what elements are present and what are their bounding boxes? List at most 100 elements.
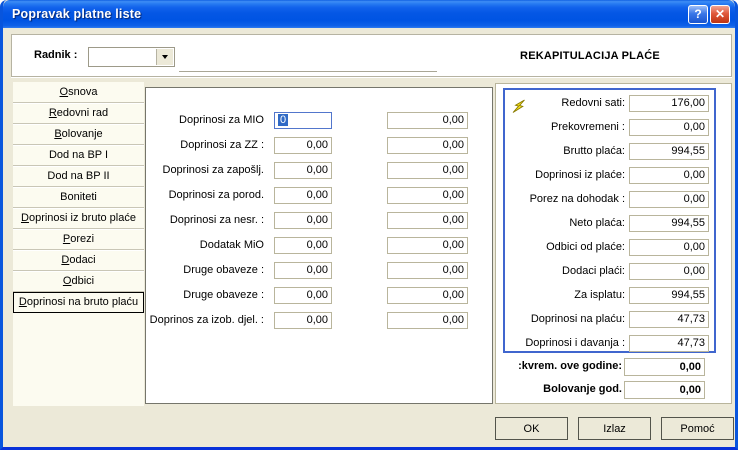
field-row-druge-obaveze-1: Druge obaveze : 0,00 0,00 [146, 262, 492, 279]
field-row-dodatak-mio: Dodatak MiO0,000,00 [146, 237, 492, 254]
recap-box: Redovni sati:176,00Prekovremeni :0,00Bru… [503, 88, 716, 353]
doprinosi-za-zz-input-1[interactable]: 0,00 [274, 137, 332, 154]
selected-text: 0 [278, 114, 288, 126]
doprinosi-za-nesr-input-1[interactable]: 0,00 [274, 212, 332, 229]
radnik-name-line [179, 71, 437, 72]
field-row-doprinosi-za-zz: Doprinosi za ZZ : 0,00 0,00 [146, 137, 492, 154]
doprinos-za-izob-djel-input-2[interactable]: 0,00 [387, 312, 468, 329]
dodatak-mio-input-2[interactable]: 0,00 [387, 237, 468, 254]
recap-row-za-isplatu: Za isplatu: 994,55 [505, 287, 714, 304]
field-row-doprinosi-za-mio: Doprinosi za MIO00,00 [146, 112, 492, 129]
sidebar-item-dod-na-bp-2[interactable]: Dod na BP II [13, 166, 144, 187]
header-panel: Radnik : REKAPITULACIJA PLAĆE [11, 34, 732, 77]
za-isplatu-label: Za isplatu: [574, 289, 625, 301]
dialog-client-area: Radnik : REKAPITULACIJA PLAĆE OsnovaRedo… [6, 28, 732, 444]
recap-row-neto-placa: Neto plaća:994,55 [505, 215, 714, 232]
odbici-od-place-value[interactable]: 0,00 [629, 239, 709, 256]
izlaz-button[interactable]: Izlaz [578, 417, 651, 440]
recap-row-doprinosi-na-placu: Doprinosi na plaću: 47,73 [505, 311, 714, 328]
druge-obaveze-2-label: Druge obaveze : [183, 289, 264, 301]
recap-title: REKAPITULACIJA PLAĆE [507, 50, 673, 62]
doprinosi-za-mio-input-1[interactable]: 0 [274, 112, 332, 129]
chevron-down-icon [162, 55, 168, 59]
bolovanje-god-label: Bolovanje god. [543, 383, 622, 395]
bolovanje-god-value[interactable]: 0,00 [624, 381, 705, 399]
sidebar-item-redovni-rad[interactable]: Redovni rad [13, 103, 144, 124]
doprinosi-na-placu-value[interactable]: 47,73 [629, 311, 709, 328]
doprinosi-iz-place-value[interactable]: 0,00 [629, 167, 709, 184]
doprinosi-iz-place-label: Doprinosi iz plaće: [535, 169, 625, 181]
sidebar-item-dod-na-bp-1[interactable]: Dod na BP I [13, 145, 144, 166]
doprinos-za-izob-djel-label: Doprinos za izob. djel. : [150, 314, 264, 326]
za-isplatu-value[interactable]: 994,55 [629, 287, 709, 304]
sidebar-item-dodaci[interactable]: Dodaci [13, 250, 144, 271]
dodatak-mio-input-1[interactable]: 0,00 [274, 237, 332, 254]
pomoc-button[interactable]: Pomoć [661, 417, 734, 440]
window-title: Popravak platne liste [12, 7, 141, 21]
sidebar-item-doprinosi-na-bruto-placu[interactable]: Doprinosi na bruto plaću [13, 292, 144, 313]
sidebar-item-odbici[interactable]: Odbici [13, 271, 144, 292]
dodaci-placi-label: Dodaci plaći: [562, 265, 625, 277]
druge-obaveze-1-label: Druge obaveze : [183, 264, 264, 276]
dialog-window: Popravak platne liste ? ✕ Radnik : REKAP… [0, 0, 738, 450]
porez-na-dohodak-label: Porez na dohodak : [530, 193, 625, 205]
druge-obaveze-1-input-2[interactable]: 0,00 [387, 262, 468, 279]
radnik-combobox-dropdown-button[interactable] [156, 49, 173, 65]
close-button[interactable]: ✕ [710, 5, 730, 24]
druge-obaveze-1-input-1[interactable]: 0,00 [274, 262, 332, 279]
doprinosi-za-porod-label: Doprinosi za porod. [169, 189, 264, 201]
doprinosi-i-davanja-value[interactable]: 47,73 [629, 335, 709, 352]
druge-obaveze-2-input-2[interactable]: 0,00 [387, 287, 468, 304]
doprinosi-za-mio-input-2[interactable]: 0,00 [387, 112, 468, 129]
recap-row-doprinosi-i-davanja: Doprinosi i davanja : 47,73 [505, 335, 714, 352]
help-button[interactable]: ? [688, 5, 708, 24]
doprinosi-za-nesr-input-2[interactable]: 0,00 [387, 212, 468, 229]
prekovrem-ove-godine-label: :kvrem. ove godine: [518, 360, 622, 372]
doprinosi-i-davanja-label: Doprinosi i davanja : [525, 337, 625, 349]
doprinosi-za-zz-label: Doprinosi za ZZ : [180, 139, 264, 151]
doprinosi-za-zaposlj-input-2[interactable]: 0,00 [387, 162, 468, 179]
sidebar-item-doprinosi-iz-bruto-place[interactable]: Doprinosi iz bruto plaće [13, 208, 144, 229]
recap-extra-bolovanje-god: Bolovanje god.0,00 [496, 381, 731, 399]
sidebar-item-osnova[interactable]: Osnova [13, 82, 144, 103]
doprinosi-za-zz-input-2[interactable]: 0,00 [387, 137, 468, 154]
doprinosi-za-porod-input-2[interactable]: 0,00 [387, 187, 468, 204]
neto-placa-value[interactable]: 994,55 [629, 215, 709, 232]
doprinosi-za-zaposlj-input-1[interactable]: 0,00 [274, 162, 332, 179]
field-row-doprinosi-za-porod: Doprinosi za porod. 0,00 0,00 [146, 187, 492, 204]
doprinosi-za-zaposlj-label: Doprinosi za zapošlj. [163, 164, 265, 176]
porez-na-dohodak-value[interactable]: 0,00 [629, 191, 709, 208]
doprinosi-za-porod-input-1[interactable]: 0,00 [274, 187, 332, 204]
prekovremeni-label: Prekovremeni : [551, 121, 625, 133]
doprinos-za-izob-djel-input-1[interactable]: 0,00 [274, 312, 332, 329]
sidebar-tabs: OsnovaRedovni radBolovanjeDod na BP IDod… [13, 82, 144, 406]
sidebar-item-boniteti[interactable]: Boniteti [13, 187, 144, 208]
recap-row-brutto-placa: Brutto plaća: 994,55 [505, 143, 714, 160]
titlebar[interactable]: Popravak platne liste ? ✕ [3, 0, 735, 28]
prekovremeni-value[interactable]: 0,00 [629, 119, 709, 136]
recap-extra-prekovrem-ove-godine: :kvrem. ove godine:0,00 [496, 358, 731, 376]
field-row-doprinosi-za-zaposlj: Doprinosi za zapošlj. 0,00 0,00 [146, 162, 492, 179]
radnik-label: Radnik : [34, 49, 77, 61]
radnik-combobox[interactable] [88, 47, 175, 67]
sidebar-item-bolovanje[interactable]: Bolovanje [13, 124, 144, 145]
odbici-od-place-label: Odbici od plaće: [546, 241, 625, 253]
field-row-druge-obaveze-2: Druge obaveze : 0,00 0,00 [146, 287, 492, 304]
recap-row-dodaci-placi: Dodaci plaći: 0,00 [505, 263, 714, 280]
doprinosi-na-placu-label: Doprinosi na plaću: [531, 313, 625, 325]
contributions-panel: Doprinosi za MIO00,00Doprinosi za ZZ :0,… [145, 87, 493, 404]
field-row-doprinos-za-izob-djel: Doprinos za izob. djel. : 0,00 0,00 [146, 312, 492, 329]
field-row-doprinosi-za-nesr: Doprinosi za nesr. :0,000,00 [146, 212, 492, 229]
brutto-placa-value[interactable]: 994,55 [629, 143, 709, 160]
druge-obaveze-2-input-1[interactable]: 0,00 [274, 287, 332, 304]
recap-row-doprinosi-iz-place: Doprinosi iz plaće: 0,00 [505, 167, 714, 184]
sidebar-item-porezi[interactable]: Porezi [13, 229, 144, 250]
dodaci-placi-value[interactable]: 0,00 [629, 263, 709, 280]
titlebar-buttons: ? ✕ [688, 5, 730, 24]
redovni-sati-value[interactable]: 176,00 [629, 95, 709, 112]
ok-button[interactable]: OK [495, 417, 568, 440]
brutto-placa-label: Brutto plaća: [563, 145, 625, 157]
prekovrem-ove-godine-value[interactable]: 0,00 [624, 358, 705, 376]
recap-row-porez-na-dohodak: Porez na dohodak : 0,00 [505, 191, 714, 208]
recap-panel: Redovni sati:176,00Prekovremeni :0,00Bru… [495, 83, 732, 404]
